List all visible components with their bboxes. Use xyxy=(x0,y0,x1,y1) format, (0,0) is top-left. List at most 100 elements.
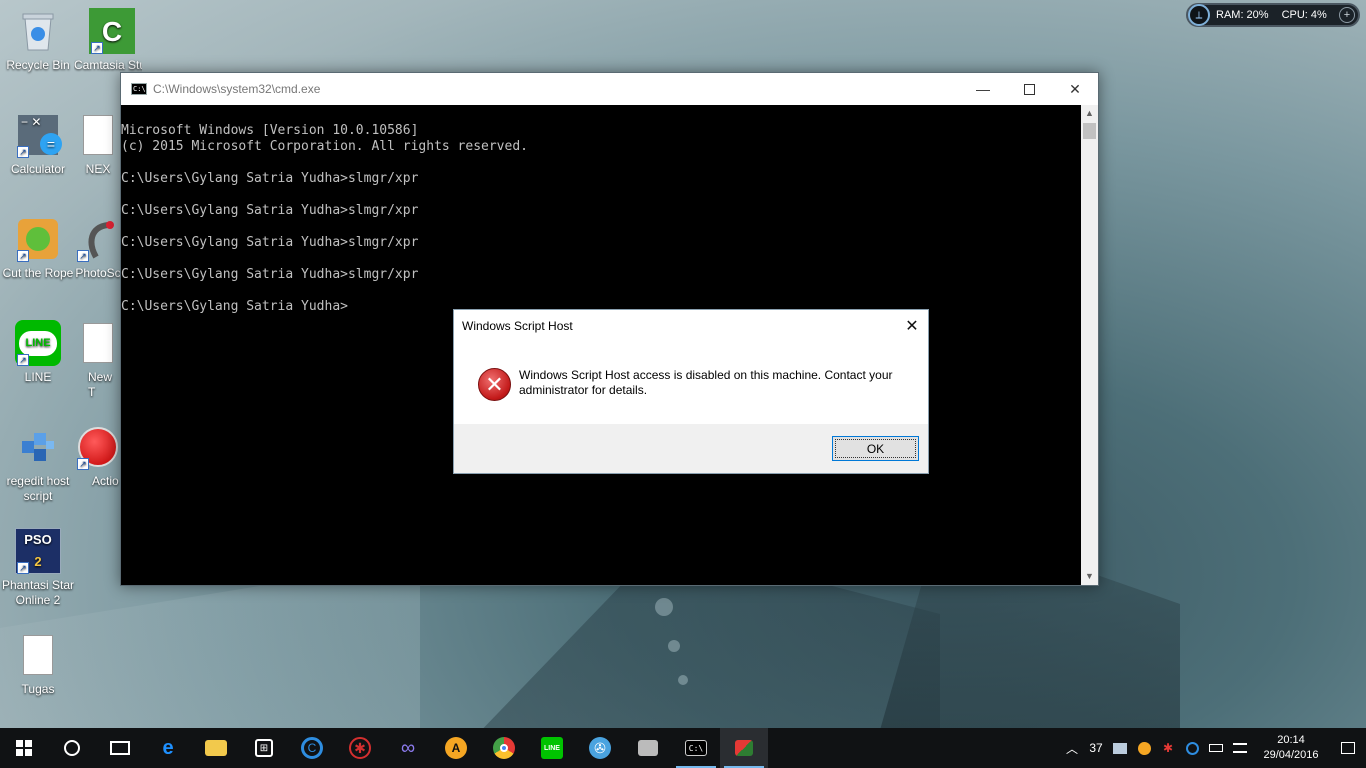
ok-button[interactable]: OK xyxy=(832,436,919,461)
taskbar-app-wsh[interactable] xyxy=(720,728,768,768)
dialog-close-button[interactable]: ✕ xyxy=(896,311,928,341)
shortcut-arrow-icon: ↗ xyxy=(17,562,29,574)
battery-icon[interactable] xyxy=(1204,728,1228,768)
chrome-icon xyxy=(493,737,515,759)
desktop-icon-line[interactable]: LINE ↗ LINE xyxy=(0,320,76,385)
icon-label: LINE xyxy=(24,370,52,384)
error-icon: ✕ xyxy=(478,368,511,401)
scroll-up-icon[interactable]: ▲ xyxy=(1081,105,1098,122)
close-icon: ✕ xyxy=(1069,80,1081,97)
desktop-icon-regedit-host-script[interactable]: regedit host script xyxy=(0,424,76,504)
red-app-icon: ✱ xyxy=(349,737,371,759)
wallpaper-bokeh xyxy=(655,598,673,616)
registry-icon xyxy=(15,424,61,470)
system-tray: ︿ 37 ✱ 20:14 29/04/2016 xyxy=(1060,728,1366,768)
taskbar-app-file-explorer[interactable] xyxy=(192,728,240,768)
notification-icon xyxy=(1341,742,1355,754)
taskbar-app-chrome[interactable] xyxy=(480,728,528,768)
minimize-button[interactable]: — xyxy=(960,73,1006,105)
desktop-icon-tugas[interactable]: Tugas xyxy=(0,632,76,697)
scroll-thumb[interactable] xyxy=(1083,123,1096,139)
infinity-icon: ∞ xyxy=(400,736,416,759)
cmd-line: C:\Users\Gylang Satria Yudha>slmgr/xpr xyxy=(121,235,419,250)
taskbar-app-avast[interactable]: A xyxy=(432,728,480,768)
cmd-title: C:\Windows\system32\cmd.exe xyxy=(153,82,321,96)
tray-app-icon[interactable]: ✱ xyxy=(1156,728,1180,768)
desktop-icon-new-text-document[interactable]: New T Docum xyxy=(74,320,122,400)
shortcut-arrow-icon: ↗ xyxy=(77,458,89,470)
desktop-icon-calculator[interactable]: = − ✕ ↗ Calculator xyxy=(0,112,76,177)
desktop-icon-photoscape[interactable]: ↗ PhotoSc xyxy=(74,216,122,281)
desktop-icon-action[interactable]: ↗ Actio xyxy=(74,424,122,489)
wsh-error-dialog[interactable]: Windows Script Host ✕ ✕ Windows Script H… xyxy=(453,309,929,474)
tray-avast-icon[interactable] xyxy=(1132,728,1156,768)
cmd-scrollbar[interactable]: ▲ ▼ xyxy=(1081,105,1098,585)
taskbar-app-blue[interactable]: C xyxy=(288,728,336,768)
calculator-icon: = − ✕ ↗ xyxy=(15,112,62,158)
icon-label: New T Docum xyxy=(88,370,113,399)
taskbar-app-media[interactable]: ✇ xyxy=(576,728,624,768)
dialog-title-bar[interactable]: Windows Script Host ✕ xyxy=(454,310,928,342)
action-center-button[interactable] xyxy=(1330,728,1366,768)
taskbar-app-line[interactable]: LINE xyxy=(528,728,576,768)
taskbar-app-infinity[interactable]: ∞ xyxy=(384,728,432,768)
desktop-icon-pso2[interactable]: PSO 2 ↗ Phantasi Star Online 2 xyxy=(0,528,76,608)
scroll-down-icon[interactable]: ▼ xyxy=(1081,568,1098,585)
tray-counter[interactable]: 37 xyxy=(1084,728,1108,768)
pso2-icon: PSO 2 ↗ xyxy=(15,528,61,574)
cmd-title-bar[interactable]: C:\ C:\Windows\system32\cmd.exe — ✕ xyxy=(121,73,1098,105)
taskbar-app-red[interactable]: ✱ xyxy=(336,728,384,768)
clock[interactable]: 20:14 29/04/2016 xyxy=(1252,733,1330,763)
minimize-icon: — xyxy=(976,81,990,97)
taskbar-app-store[interactable]: ⊞ xyxy=(240,728,288,768)
shortcut-arrow-icon: ↗ xyxy=(17,146,29,158)
show-hidden-icons-button[interactable]: ︿ xyxy=(1060,728,1084,768)
document-icon xyxy=(75,112,121,158)
photos-icon xyxy=(638,740,658,756)
edge-icon: e xyxy=(162,736,174,759)
icon-label: PhotoSc xyxy=(75,266,121,280)
shortcut-arrow-icon: ↗ xyxy=(17,250,29,262)
task-view-button[interactable] xyxy=(96,728,144,768)
system-monitor-gadget[interactable]: ⟂ RAM: 20% CPU: 4% + xyxy=(1186,3,1360,27)
camtasia-icon: C ↗ xyxy=(89,8,135,54)
icon-label: Calculator xyxy=(10,162,66,176)
ccleaner-icon: C xyxy=(301,737,323,759)
search-button[interactable] xyxy=(48,728,96,768)
close-icon: ✕ xyxy=(905,318,919,335)
desktop-icon-camtasia[interactable]: C ↗ Camtasia Studio xyxy=(74,8,150,73)
maximize-button[interactable] xyxy=(1006,73,1052,105)
icon-label: NEX xyxy=(85,162,111,176)
expand-icon[interactable]: + xyxy=(1339,7,1355,23)
taskbar-app-photos[interactable] xyxy=(624,728,672,768)
wallpaper-bokeh xyxy=(678,675,688,685)
taskbar: e ⊞ C ✱ ∞ A LINE ✇ C:\ ︿ 37 ✱ 20:14 29/0… xyxy=(0,728,1366,768)
film-reel-icon: ✇ xyxy=(589,737,611,759)
tray-ccleaner-icon[interactable] xyxy=(1180,728,1204,768)
cmd-line: C:\Users\Gylang Satria Yudha>slmgr/xpr xyxy=(121,267,419,282)
line-icon: LINE ↗ xyxy=(15,320,61,366)
cmd-line xyxy=(121,251,1081,267)
script-host-icon xyxy=(735,740,753,756)
taskbar-app-cmd[interactable]: C:\ xyxy=(672,728,720,768)
taskbar-app-edge[interactable]: e xyxy=(144,728,192,768)
icon-label: Recycle Bin xyxy=(6,58,70,72)
desktop-icon-nex[interactable]: NEX xyxy=(74,112,122,177)
dialog-title: Windows Script Host xyxy=(462,319,573,333)
ram-usage: RAM: 20% xyxy=(1216,9,1269,21)
windows-logo-icon xyxy=(16,740,32,756)
cmd-line xyxy=(121,219,1081,235)
tray-monitor-icon[interactable] xyxy=(1108,728,1132,768)
cmd-line: C:\Users\Gylang Satria Yudha>slmgr/xpr xyxy=(121,203,419,218)
wallpaper-bokeh xyxy=(668,640,680,652)
desktop-icon-cut-the-rope[interactable]: ↗ Cut the Rope xyxy=(0,216,76,281)
task-view-icon xyxy=(110,741,130,755)
start-button[interactable] xyxy=(0,728,48,768)
cpu-usage: CPU: 4% xyxy=(1281,9,1327,21)
wallpaper-shape xyxy=(472,560,940,740)
search-circle-icon xyxy=(64,740,80,756)
close-button[interactable]: ✕ xyxy=(1052,73,1098,105)
network-icon[interactable] xyxy=(1228,728,1252,768)
desktop-icon-recycle-bin[interactable]: Recycle Bin xyxy=(0,8,76,73)
clock-date: 29/04/2016 xyxy=(1263,749,1319,761)
